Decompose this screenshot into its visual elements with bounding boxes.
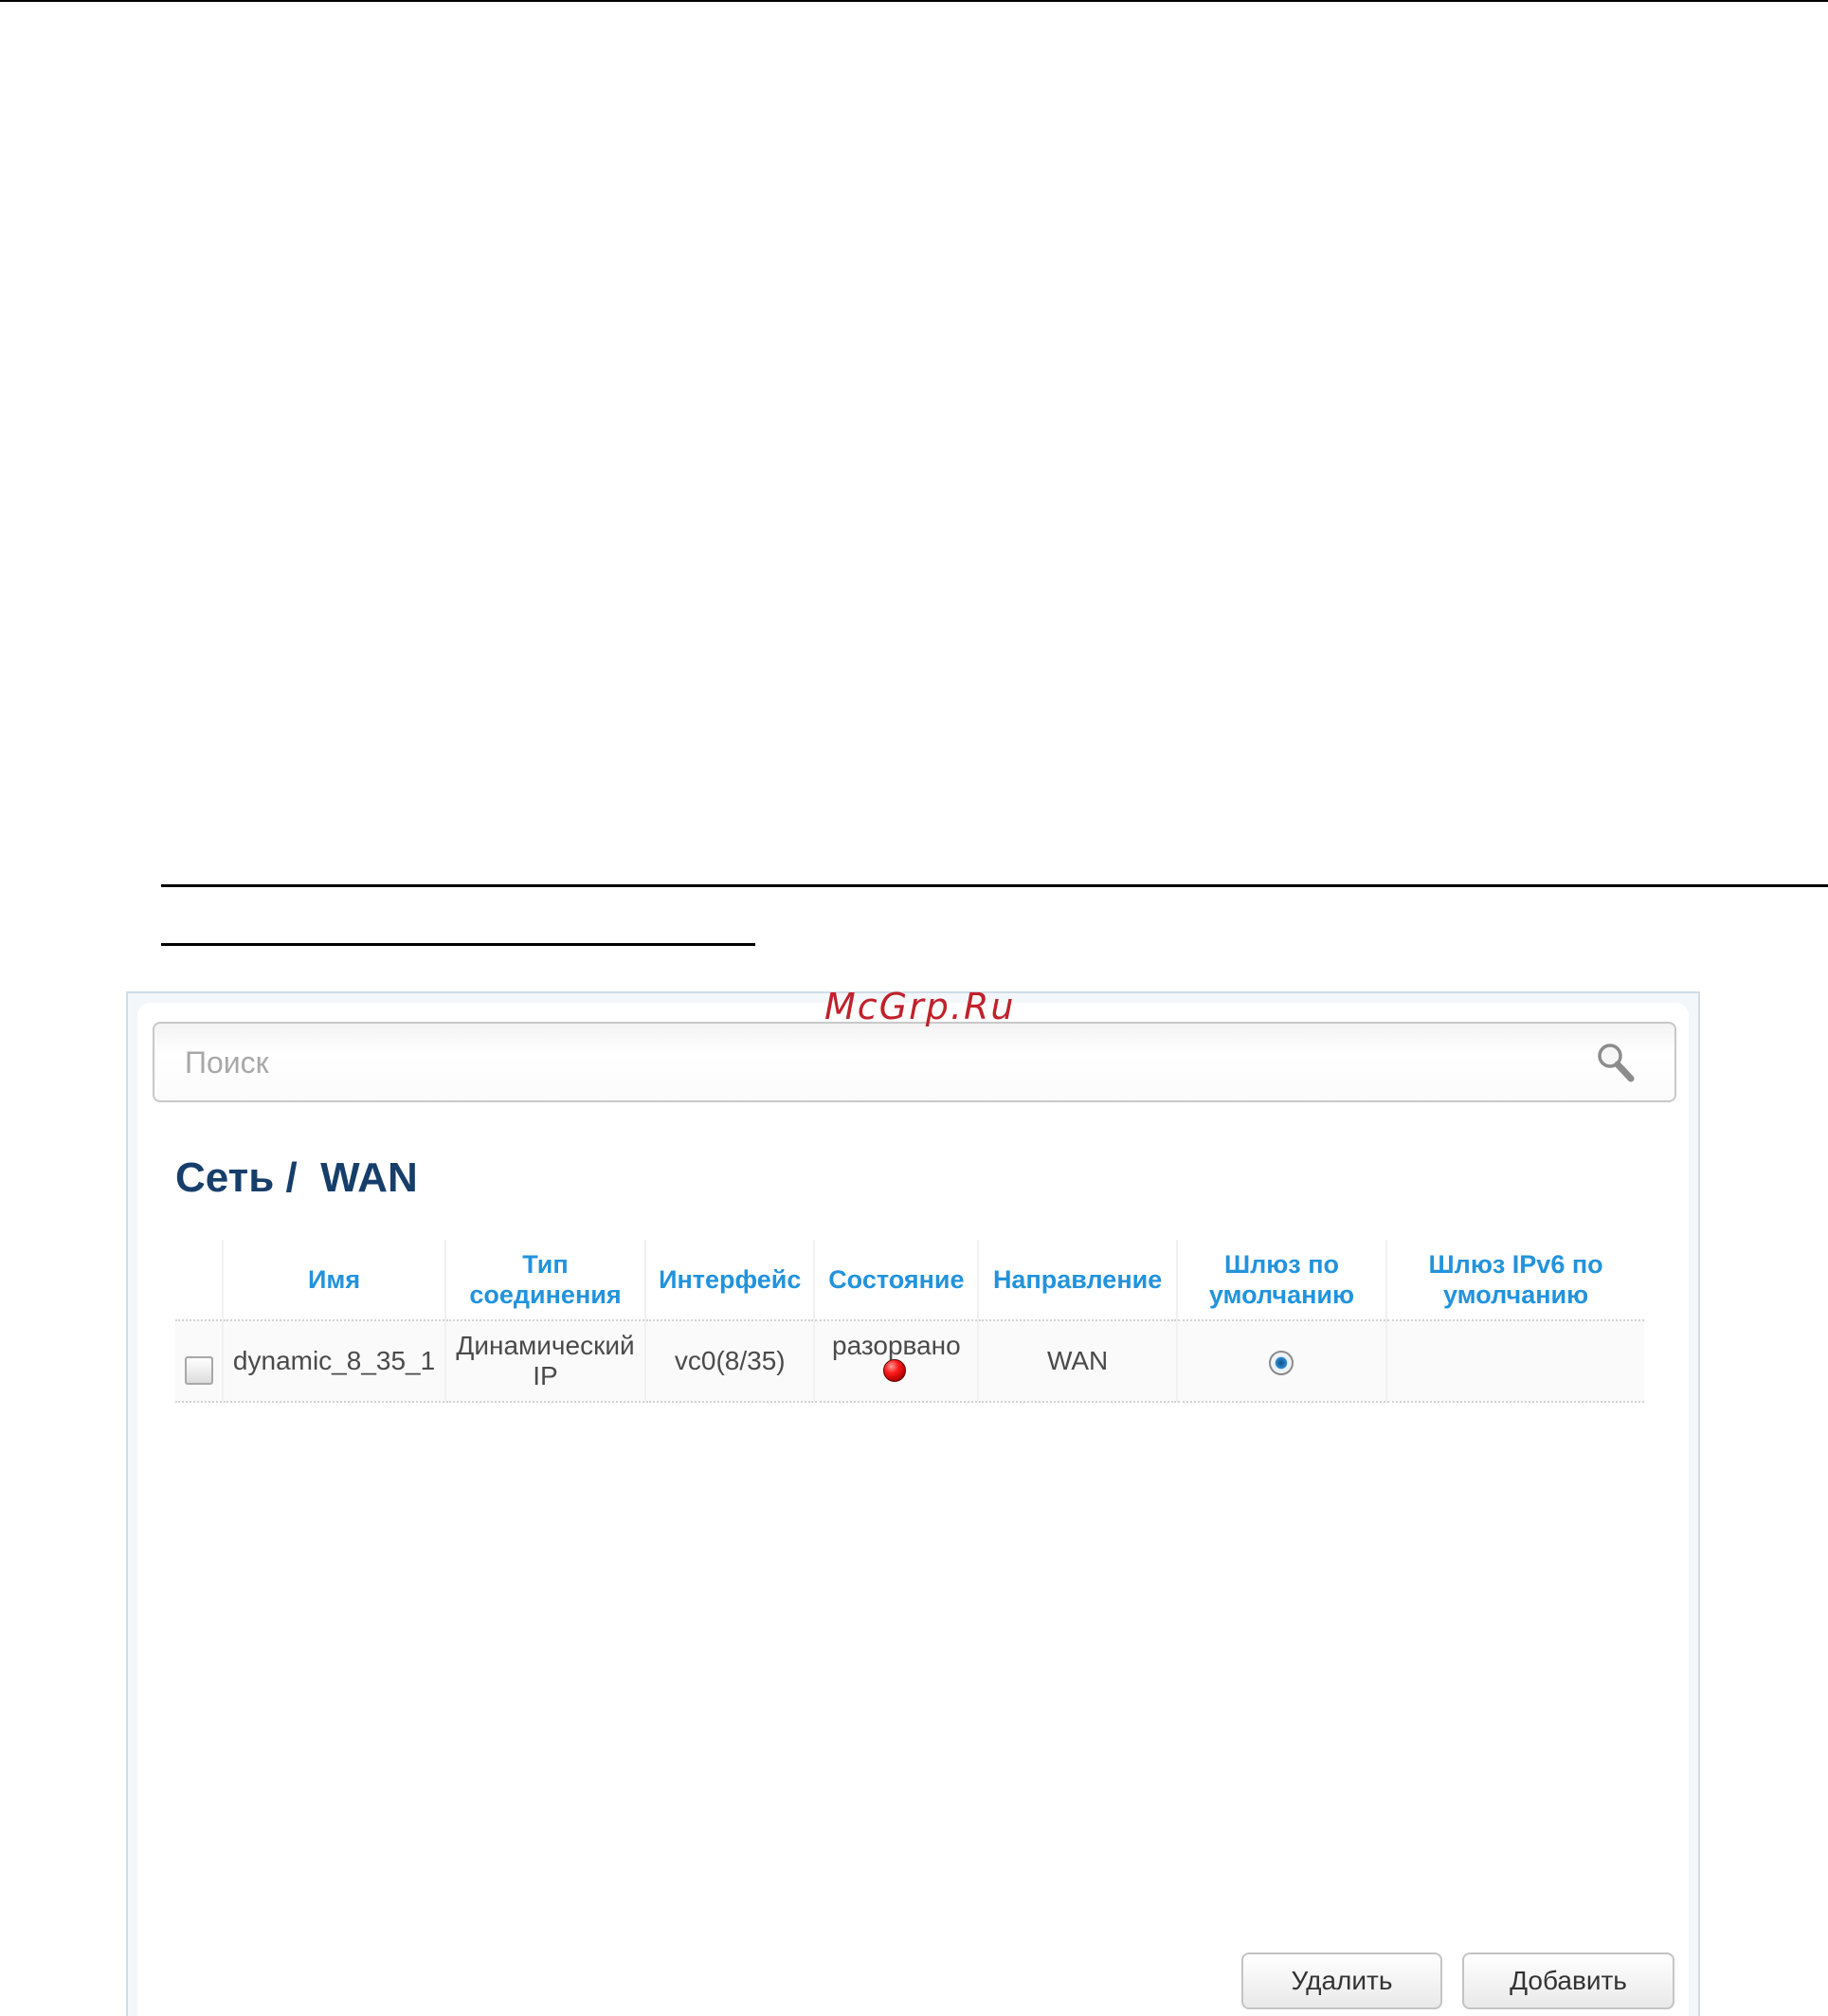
cell-connection-type: Динамический IP <box>443 1320 646 1403</box>
column-select <box>175 1240 224 1321</box>
router-web-ui-window: Сеть / WAN Имя Типсоединения Интерфейс С… <box>126 991 1700 2016</box>
row-select-cell <box>175 1320 224 1403</box>
cell-default-gateway <box>1175 1320 1387 1403</box>
column-connection-type[interactable]: Тип соединения <box>443 1240 646 1321</box>
cell-default-gateway-ipv6 <box>1385 1320 1644 1403</box>
column-interface[interactable]: Интерфейс <box>644 1240 815 1321</box>
top-rule <box>0 0 1828 2</box>
table-header-row: Имя Тип соединения Интерфейс Состояние На… <box>175 1240 1644 1321</box>
add-button[interactable]: Добавить <box>1462 1952 1674 2009</box>
column-name[interactable]: Имя <box>222 1240 445 1321</box>
default-gateway-radio[interactable] <box>1269 1350 1294 1375</box>
delete-button[interactable]: Удалить <box>1241 1952 1442 2009</box>
table-row[interactable]: dynamic_8_35_1 Динамический IP vc0(8/35) … <box>175 1320 1644 1403</box>
column-direction[interactable]: Направление <box>977 1240 1177 1321</box>
content-panel: Сеть / WAN Имя Типсоединения Интерфейс С… <box>137 1003 1689 2016</box>
search-box <box>153 1022 1676 1102</box>
cell-interface: vc0(8/35) <box>644 1320 815 1403</box>
state-text: разорвано <box>832 1331 961 1360</box>
cell-direction: WAN <box>977 1320 1177 1403</box>
document-rule-short <box>161 943 755 946</box>
wan-connections-table: Имя Тип соединения Интерфейс Состояние На… <box>175 1240 1644 1403</box>
column-default-gateway[interactable]: Шлюз по умолчанию <box>1175 1240 1387 1321</box>
status-disconnected-icon <box>883 1359 907 1382</box>
column-state[interactable]: Состояние <box>813 1240 979 1321</box>
page: Сеть / WAN Имя Типсоединения Интерфейс С… <box>0 0 1828 2016</box>
page-title: Сеть / WAN <box>175 1154 418 1201</box>
document-rule <box>161 884 1828 887</box>
column-default-gateway-ipv6[interactable]: Шлюз IPv6 по умолчанию <box>1385 1240 1644 1321</box>
cell-state: разорвано <box>813 1320 979 1403</box>
search-icon[interactable] <box>1595 1041 1637 1084</box>
search-input[interactable] <box>183 1037 1561 1088</box>
cell-name: dynamic_8_35_1 <box>222 1320 445 1403</box>
row-checkbox[interactable] <box>184 1355 213 1385</box>
watermark-text: McGrp.Ru <box>824 986 1016 1027</box>
